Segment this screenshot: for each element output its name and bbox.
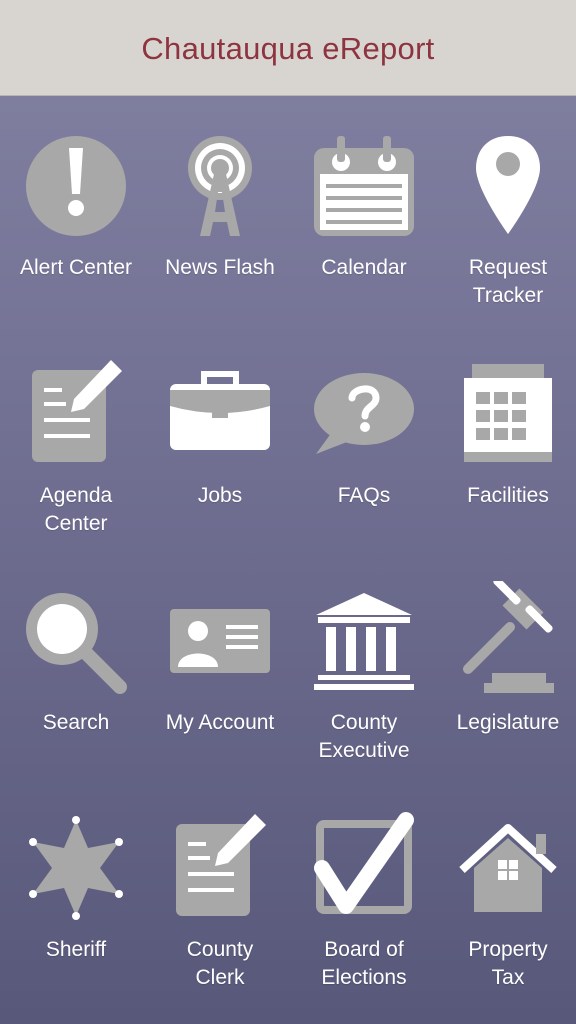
tile-label: Request Tracker (468, 256, 548, 307)
house-icon (448, 808, 568, 928)
tile-facilities[interactable]: Facilities (436, 324, 576, 534)
clerk-document-pencil-icon (160, 808, 280, 928)
calendar-icon (304, 126, 424, 246)
tile-label: Legislature (456, 711, 560, 734)
id-card-icon (160, 581, 280, 701)
magnifier-icon (16, 581, 136, 701)
tile-agenda-center[interactable]: Agenda Center (4, 324, 148, 535)
tile-label: Property Tax (468, 938, 548, 989)
tile-county-executive[interactable]: County Executive (292, 551, 436, 762)
building-icon (448, 354, 568, 474)
alert-icon (16, 126, 136, 246)
tile-label: Search (42, 711, 110, 734)
tile-label: FAQs (337, 484, 391, 507)
tile-calendar[interactable]: Calendar (292, 96, 436, 306)
question-bubble-icon (304, 354, 424, 474)
tile-label: Agenda Center (39, 484, 113, 535)
tile-label: Calendar (321, 256, 407, 279)
tile-county-clerk[interactable]: County Clerk (148, 778, 292, 989)
tile-label: News Flash (165, 256, 275, 279)
gavel-icon (448, 581, 568, 701)
tile-label: Board of Elections (321, 938, 407, 989)
tile-label: Facilities (467, 484, 549, 507)
tile-label: County Clerk (186, 938, 254, 989)
app-header: Chautauqua eReport (0, 0, 576, 96)
tile-search[interactable]: Search (4, 551, 148, 761)
government-building-icon (304, 581, 424, 701)
tile-label: Alert Center (19, 256, 133, 279)
tile-sheriff[interactable]: Sheriff (4, 778, 148, 988)
tile-board-of-elections[interactable]: Board of Elections (292, 778, 436, 989)
broadcast-tower-icon (160, 126, 280, 246)
tile-label: County Executive (318, 711, 410, 762)
tile-label: Sheriff (45, 938, 107, 961)
agenda-document-pencil-icon (16, 354, 136, 474)
tile-faqs[interactable]: FAQs (292, 324, 436, 534)
tile-jobs[interactable]: Jobs (148, 324, 292, 534)
tile-label: My Account (165, 711, 275, 734)
tile-legislature[interactable]: Legislature (436, 551, 576, 761)
tile-property-tax[interactable]: Property Tax (436, 778, 576, 989)
tile-my-account[interactable]: My Account (148, 551, 292, 761)
briefcase-icon (160, 354, 280, 474)
tile-label: Jobs (197, 484, 243, 507)
checkbox-checkmark-icon (304, 808, 424, 928)
menu-grid: Alert Center News Flash Calendar Request… (0, 96, 576, 1024)
map-pin-icon (448, 126, 568, 246)
tile-news-flash[interactable]: News Flash (148, 96, 292, 306)
tile-request-tracker[interactable]: Request Tracker (436, 96, 576, 307)
sheriff-star-icon (16, 808, 136, 928)
app-title: Chautauqua eReport (141, 30, 435, 66)
tile-alert-center[interactable]: Alert Center (4, 96, 148, 306)
